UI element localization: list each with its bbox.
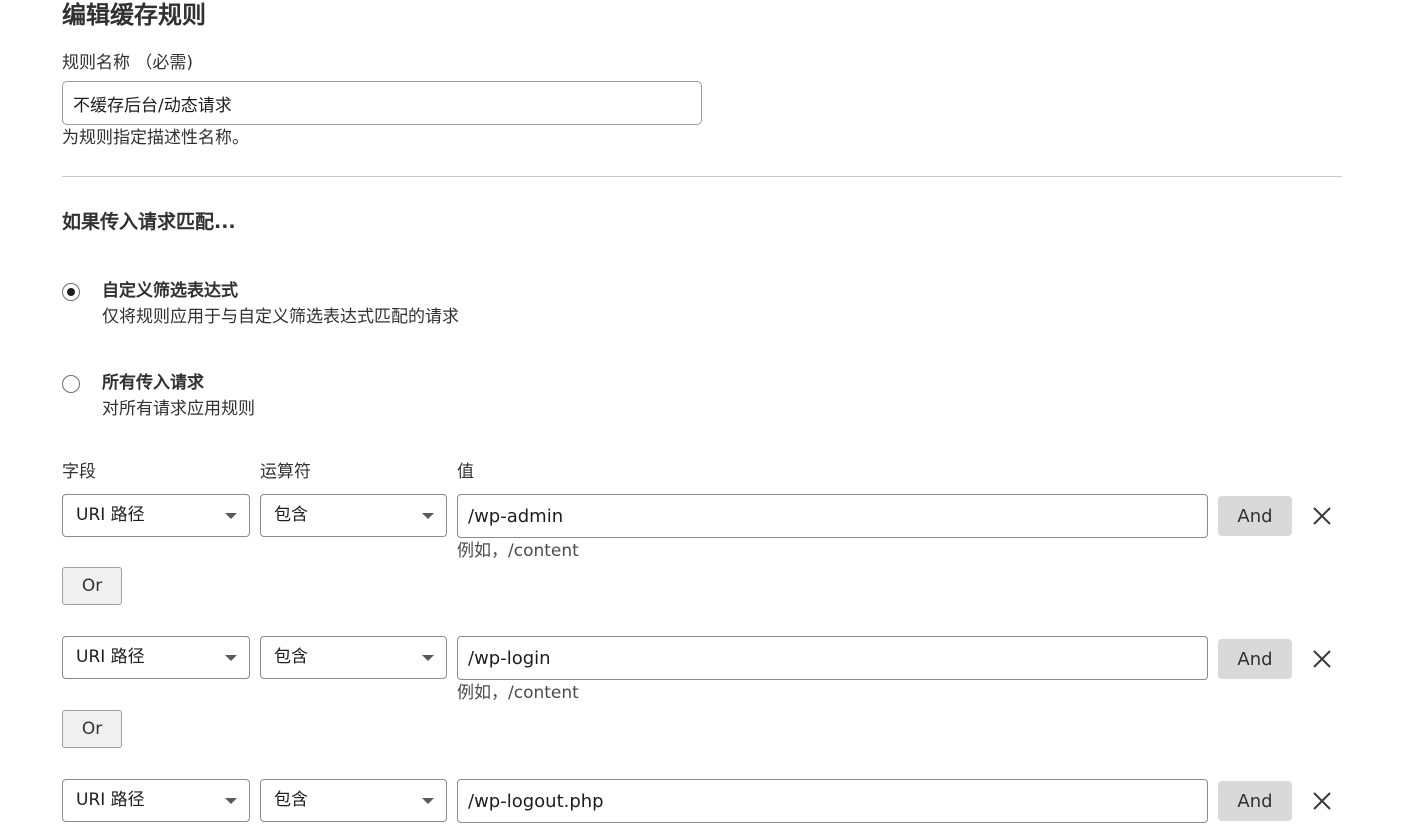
and-button[interactable]: And <box>1218 496 1292 536</box>
radio-selected-dot <box>67 288 75 296</box>
close-icon[interactable] <box>1310 789 1334 813</box>
chevron-down-icon <box>225 513 237 519</box>
value-input[interactable] <box>457 494 1208 538</box>
chevron-down-icon <box>225 655 237 661</box>
rule-name-helper: 为规则指定描述性名称。 <box>62 128 249 148</box>
radio-custom-filter-title[interactable]: 自定义筛选表达式 <box>102 280 238 302</box>
operator-select[interactable]: 包含 <box>260 494 447 537</box>
close-icon[interactable] <box>1310 504 1334 528</box>
page-title: 编辑缓存规则 <box>62 1 206 29</box>
operator-select[interactable]: 包含 <box>260 636 447 679</box>
field-select-value: URI 路径 <box>76 647 145 667</box>
and-button[interactable]: And <box>1218 781 1292 821</box>
field-select-value: URI 路径 <box>76 790 145 810</box>
radio-all-requests-title[interactable]: 所有传入请求 <box>102 372 204 394</box>
radio-custom-filter[interactable] <box>62 283 80 301</box>
chevron-down-icon <box>422 798 434 804</box>
divider <box>62 176 1342 177</box>
value-input[interactable] <box>457 636 1208 680</box>
operator-select-value: 包含 <box>274 647 308 667</box>
value-example: 例如，/content <box>457 541 579 561</box>
chevron-down-icon <box>422 655 434 661</box>
field-select[interactable]: URI 路径 <box>62 779 250 822</box>
value-example: 例如，/content <box>457 683 579 703</box>
operator-select[interactable]: 包含 <box>260 779 447 822</box>
field-select[interactable]: URI 路径 <box>62 494 250 537</box>
chevron-down-icon <box>225 798 237 804</box>
field-select-value: URI 路径 <box>76 505 145 525</box>
operator-select-value: 包含 <box>274 505 308 525</box>
or-button[interactable]: Or <box>62 567 122 605</box>
field-select[interactable]: URI 路径 <box>62 636 250 679</box>
radio-custom-filter-description: 仅将规则应用于与自定义筛选表达式匹配的请求 <box>102 307 459 327</box>
radio-all-requests[interactable] <box>62 375 80 393</box>
value-input[interactable] <box>457 779 1208 823</box>
edit-cache-rule-page: 编辑缓存规则 规则名称 （必需) 为规则指定描述性名称。 如果传入请求匹配...… <box>0 0 1403 829</box>
close-icon[interactable] <box>1310 647 1334 671</box>
column-label-field: 字段 <box>62 462 96 482</box>
rule-name-label: 规则名称 （必需) <box>62 53 194 73</box>
or-button[interactable]: Or <box>62 710 122 748</box>
match-heading: 如果传入请求匹配... <box>62 211 236 233</box>
chevron-down-icon <box>422 513 434 519</box>
radio-all-requests-description: 对所有请求应用规则 <box>102 399 255 419</box>
rule-name-input[interactable] <box>62 81 702 125</box>
operator-select-value: 包含 <box>274 790 308 810</box>
column-label-operator: 运算符 <box>260 462 311 482</box>
column-label-value: 值 <box>457 462 474 482</box>
and-button[interactable]: And <box>1218 639 1292 679</box>
